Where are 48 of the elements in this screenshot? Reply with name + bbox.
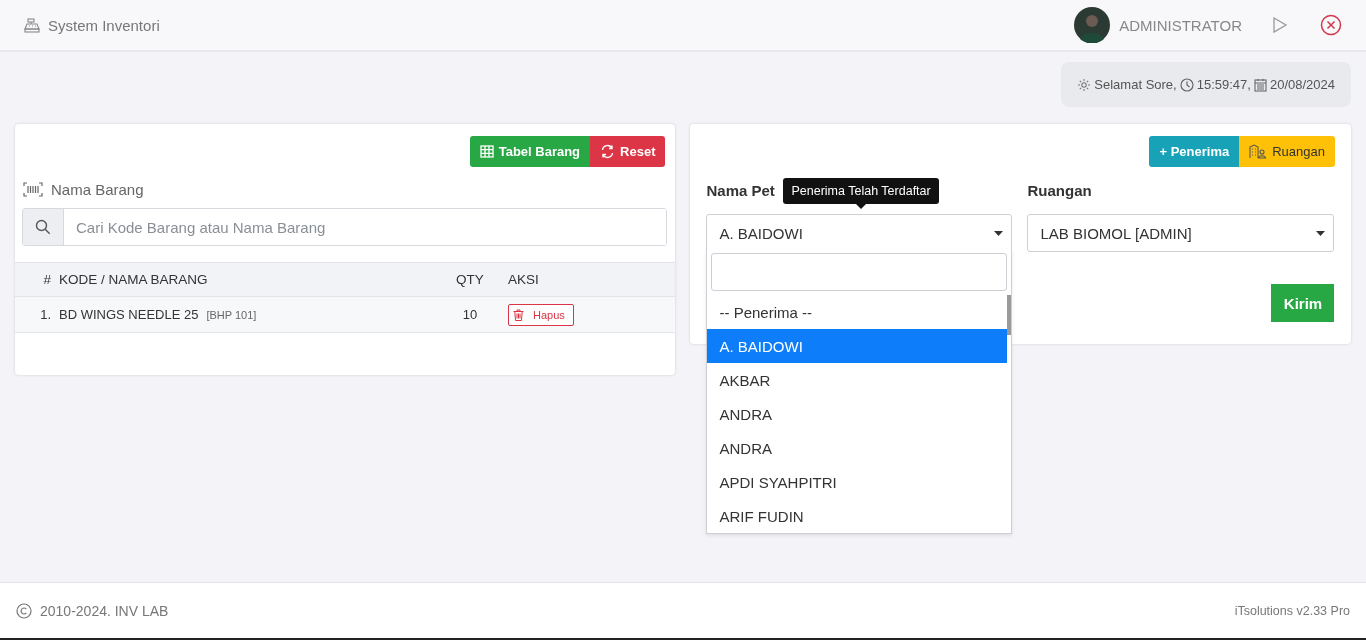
item-code: [BHP 101] <box>206 309 257 321</box>
version-text: iTsolutions v2.33 Pro <box>1234 603 1350 618</box>
calendar-icon <box>1253 77 1267 92</box>
scrollbar[interactable] <box>1007 295 1012 335</box>
tooltip: Penerima Telah Terdaftar <box>783 178 939 209</box>
search-icon <box>35 219 51 235</box>
dropdown-option[interactable]: ARIF FUDIN <box>707 499 1008 533</box>
refresh-icon <box>600 144 616 159</box>
item-name: BD WINGS NEEDLE 25 <box>59 307 199 322</box>
dropdown-option[interactable]: APDI SYAHPITRI <box>707 465 1008 499</box>
room-select[interactable]: LAB BIOMOL [ADMIN] <box>1027 214 1335 252</box>
row-number: 1. <box>39 307 52 322</box>
column-header: # <box>42 272 52 287</box>
column-header: QTY <box>455 272 485 287</box>
dropdown-search-field[interactable] <box>711 253 1008 291</box>
play-icon[interactable] <box>1272 16 1288 34</box>
dropdown-option[interactable]: ANDRA <box>707 397 1008 431</box>
time-text: 15:59:47, <box>1196 77 1251 92</box>
building-icon <box>1249 144 1268 159</box>
clock-icon <box>1179 77 1194 92</box>
avatar <box>1074 7 1111 43</box>
field-label: Nama Barang <box>51 181 144 198</box>
barcode-icon <box>23 182 43 197</box>
column-header: KODE / NAMA BARANG <box>58 272 209 287</box>
copyright-icon <box>16 602 32 619</box>
greeting-text: Selamat Sore, <box>1094 77 1177 92</box>
delete-button[interactable]: Hapus <box>508 303 574 326</box>
cash-register-icon <box>24 17 40 33</box>
gear-icon <box>1077 77 1092 92</box>
dropdown-option[interactable]: AKBAR <box>707 363 1008 397</box>
close-icon[interactable] <box>1320 14 1342 36</box>
column-header: AKSI <box>507 272 540 287</box>
qty-cell-text: 10 <box>461 307 479 322</box>
room-button[interactable]: Ruangan <box>1239 136 1335 167</box>
dropdown-option[interactable]: A. BAIDOWI <box>707 329 1008 363</box>
dropdown-option[interactable]: ANDRA <box>707 431 1008 465</box>
search-field[interactable]: Cari Kode Barang atau Nama Barang <box>22 208 668 246</box>
app-title: System Inventori <box>48 16 160 34</box>
date-text: 20/08/2024 <box>1269 77 1335 92</box>
dropdown-option[interactable]: -- Penerima -- <box>707 295 1008 329</box>
caret-icon <box>994 230 1004 236</box>
reset-button[interactable]: Reset <box>590 136 666 167</box>
copyright-text: 2010-2024. INV LAB <box>40 602 169 619</box>
receiver-label: Nama Pet <box>706 182 775 201</box>
trash-icon <box>513 308 524 321</box>
caret-icon <box>1316 230 1326 236</box>
room-label: Ruangan <box>1027 182 1092 201</box>
table-icon <box>479 145 494 158</box>
